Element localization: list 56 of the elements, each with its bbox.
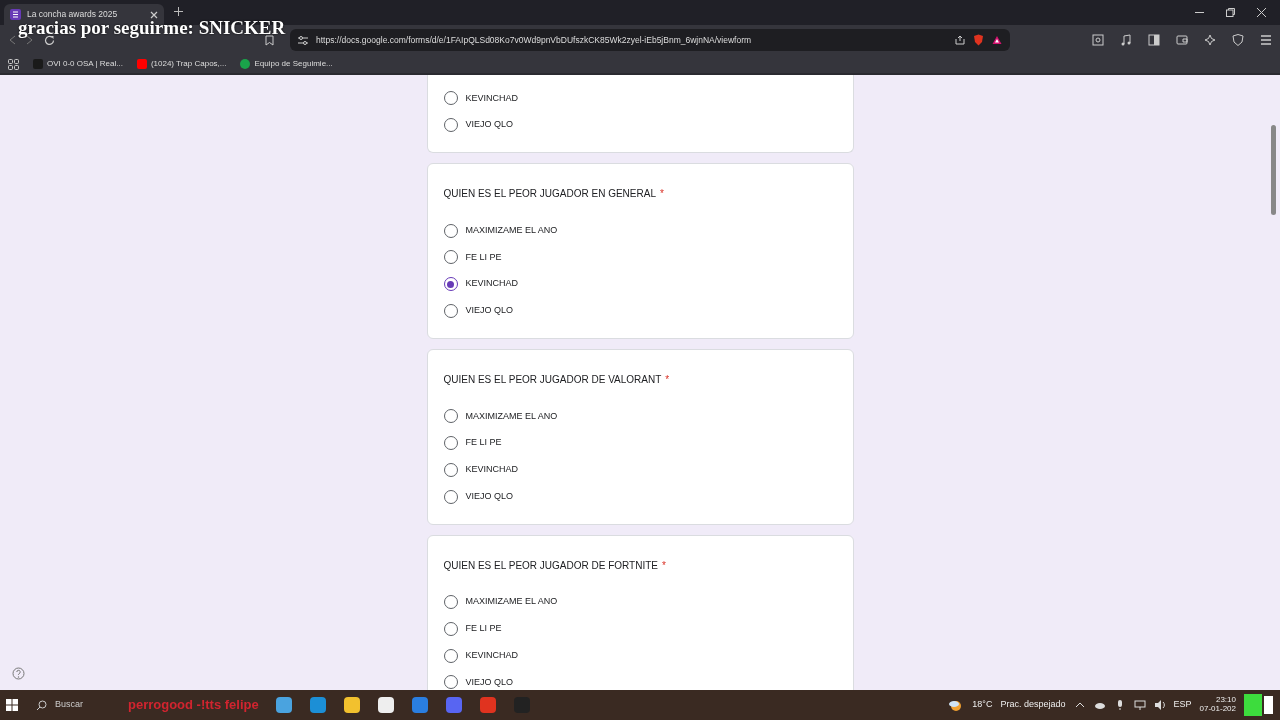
search-icon: [36, 699, 47, 711]
form-icon: [10, 9, 21, 20]
network-icon[interactable]: [1133, 699, 1146, 711]
back-icon[interactable]: [8, 35, 16, 45]
windows-icon[interactable]: [6, 699, 18, 711]
weather-text: Prac. despejado: [1000, 698, 1066, 712]
radio-option[interactable]: KEVINCHAD: [443, 642, 837, 669]
bookmark[interactable]: Equipo de Seguimie...: [240, 58, 333, 70]
site-icon: [136, 59, 147, 69]
share-icon[interactable]: [955, 35, 965, 45]
close-icon[interactable]: [150, 10, 158, 19]
close-icon[interactable]: [1257, 8, 1266, 17]
settings-icon: [298, 35, 308, 45]
radio-option[interactable]: MAXIMIZAME EL ANO: [443, 403, 837, 430]
overlay-text: perrogood -!tts felipe: [128, 696, 259, 715]
question-title: QUIEN ES EL PEOR JUGADOR EN GENERAL: [443, 188, 656, 200]
radio-option[interactable]: VIEJO QLO: [443, 483, 837, 510]
radio-option[interactable]: FE LI PE: [443, 429, 837, 457]
address-bar[interactable]: https://docs.google.com/forms/d/e/1FAIpQLSd08Ko7v0Wd9pnVbDUfszkCK85Wk2zyel-iEb5jBnm_6wjnNA/viewform: [290, 29, 1010, 51]
scrollbar[interactable]: [1271, 125, 1276, 215]
language-indicator[interactable]: ESP: [1173, 698, 1192, 712]
music-icon[interactable]: [1120, 34, 1132, 46]
radio-option[interactable]: VIEJO QLO: [443, 668, 837, 690]
radio-option[interactable]: VIEJO QLO: [443, 111, 837, 139]
question-title: QUIEN ES EL PEOR JUGADOR DE FORTNITE: [443, 559, 658, 571]
required-mark: *: [662, 559, 666, 571]
sidebar-icon[interactable]: [1148, 34, 1160, 46]
site-icon: [33, 59, 43, 69]
question-title: QUIEN ES EL PEOR JUGADOR DE VALORANT: [443, 374, 662, 386]
sparkle-icon[interactable]: [1204, 34, 1216, 46]
bookmark[interactable]: (1024) Trap Capos,...: [136, 58, 227, 70]
triangle-icon[interactable]: [992, 35, 1002, 45]
bookmark-icon[interactable]: [265, 34, 274, 46]
clock-time: 23:10: [1215, 696, 1236, 705]
radio-option[interactable]: KEVINCHAD: [443, 270, 837, 298]
radio-option[interactable]: KEVINCHAD: [443, 456, 837, 484]
radio-option[interactable]: MAXIMIZAME EL ANO: [443, 588, 837, 616]
site-icon: [240, 59, 251, 69]
radio-option[interactable]: FE LI PE: [443, 615, 837, 643]
clock-date: 07-01-202: [1199, 705, 1236, 714]
screenshot-icon[interactable]: [1092, 34, 1104, 46]
radio-option[interactable]: VIEJO QLO: [443, 297, 837, 325]
temperature-text: 18°C: [972, 698, 993, 712]
restore-icon[interactable]: [1226, 8, 1235, 17]
apps-icon[interactable]: [8, 58, 19, 70]
volume-icon[interactable]: [1153, 699, 1166, 711]
radio-option[interactable]: MAXIMIZAME EL ANO: [443, 217, 837, 245]
radio-option[interactable]: KEVINCHAD: [443, 85, 837, 112]
required-mark: *: [665, 374, 670, 386]
radio-option[interactable]: FE LI PE: [443, 244, 837, 271]
menu-icon[interactable]: [1260, 34, 1272, 46]
bookmark[interactable]: OVI 0-0 OSA | Real...: [33, 58, 123, 70]
required-mark: *: [659, 188, 664, 200]
wallet-icon[interactable]: [1176, 34, 1188, 46]
search-field[interactable]: Buscar: [28, 692, 118, 718]
new-tab-icon[interactable]: [174, 7, 183, 16]
